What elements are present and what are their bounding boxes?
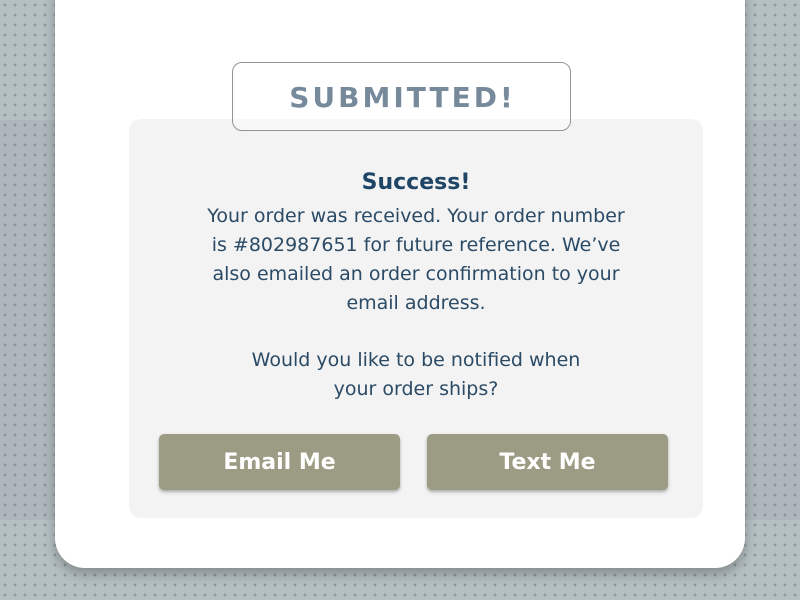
- notification-question: Would you like to be notified when your …: [174, 346, 658, 404]
- submitted-banner-text: SUBMITTED!: [289, 81, 516, 114]
- message-line: is #802987651 for future reference. We’v…: [211, 234, 621, 256]
- question-line: Would you like to be notified when: [251, 349, 581, 371]
- success-title: Success!: [361, 170, 471, 195]
- confirmation-message: Your order was received. Your order numb…: [174, 202, 658, 318]
- message-line: email address.: [346, 292, 486, 314]
- message-line: Your order was received. Your order numb…: [207, 205, 625, 227]
- submitted-banner: SUBMITTED!: [232, 62, 571, 131]
- email-me-button[interactable]: Email Me: [159, 434, 400, 490]
- message-line: also emailed an order confirmation to yo…: [212, 263, 620, 285]
- text-me-button[interactable]: Text Me: [427, 434, 668, 490]
- question-line: your order ships?: [333, 378, 499, 400]
